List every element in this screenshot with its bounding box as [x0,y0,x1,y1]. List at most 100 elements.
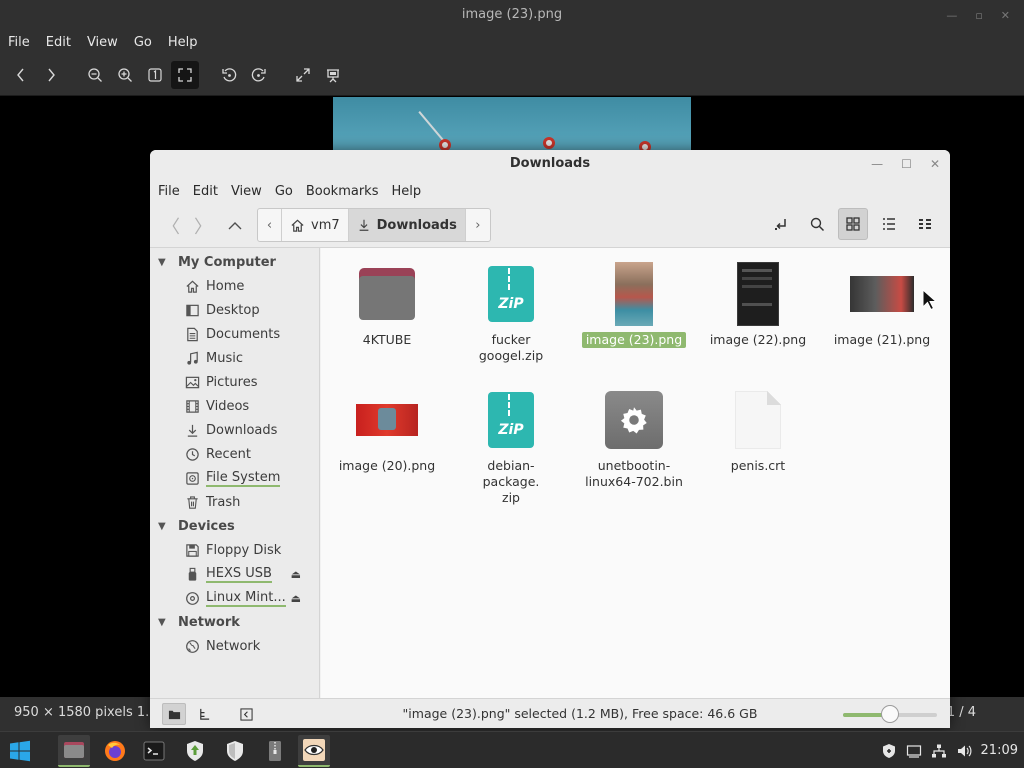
viewer-menu-file[interactable]: File [8,35,30,50]
menu-view[interactable]: View [231,184,262,199]
sidebar-item-label: Network [206,638,261,654]
minimize-icon[interactable]: — [871,157,883,171]
security-shield-icon[interactable] [881,743,897,759]
back-button[interactable]: 〈 [158,213,184,239]
sidebar-item-network[interactable]: Network [150,634,319,658]
sidebar-section-network[interactable]: ▼ Network [150,610,319,634]
trash-icon [184,494,200,510]
sidebar-item-music[interactable]: Music [150,346,319,370]
sidebar-item-floppy[interactable]: Floppy Disk [150,538,319,562]
zoom-slider-handle[interactable] [881,705,899,723]
taskbar-terminal[interactable] [138,735,170,767]
volume-icon[interactable] [956,743,972,759]
file-item-selected[interactable]: image (23).png [580,262,688,348]
viewer-zoom-in-button[interactable] [111,61,139,89]
sidebar-item-trash[interactable]: Trash [150,490,319,514]
file-item[interactable]: image (22).png [704,262,812,348]
start-menu-button[interactable] [2,735,38,767]
toggle-location-button[interactable] [766,208,796,240]
icon-view-button[interactable] [838,208,868,240]
music-icon [184,350,200,366]
sidebar-item-videos[interactable]: Videos [150,394,319,418]
file-item[interactable]: penis.crt [704,388,812,474]
menu-go[interactable]: Go [275,184,293,199]
menu-help[interactable]: Help [391,184,421,199]
sidebar-item-hexs-usb[interactable]: HEXS USB ⏏ [150,562,319,586]
viewer-maximize-icon[interactable]: ▫ [975,9,982,22]
viewer-image-info: 950 × 1580 pixels 1.2 [14,705,158,720]
viewer-best-fit-button[interactable] [171,61,199,89]
breadcrumb-home[interactable]: vm7 [282,209,349,241]
menu-edit[interactable]: Edit [193,184,218,199]
sidebar-item-downloads[interactable]: Downloads [150,418,319,442]
compact-view-button[interactable] [910,208,940,240]
viewer-menu-view[interactable]: View [87,35,118,50]
sidebar-item-linux-mint[interactable]: Linux Mint... ⏏ [150,586,319,610]
network-icon[interactable] [931,743,947,759]
viewer-zoom-normal-button[interactable] [141,61,169,89]
sidebar-item-recent[interactable]: Recent [150,442,319,466]
desktop-icon [184,302,200,318]
viewer-rotate-right-button[interactable] [245,61,273,89]
taskbar-file-manager[interactable] [58,735,90,767]
menu-bookmarks[interactable]: Bookmarks [306,184,379,199]
taskbar-update-manager[interactable] [179,735,211,767]
taskbar-archive-manager[interactable] [259,735,291,767]
sidebar-item-file-system[interactable]: File System [150,466,319,490]
sidebar-section-devices[interactable]: ▼ Devices [150,514,319,538]
file-item[interactable]: image (21).png [828,262,936,348]
clock[interactable]: 21:09 [981,743,1018,758]
toolbar-right-group [766,208,940,240]
file-item[interactable]: image (20).png [333,388,441,474]
forward-button[interactable]: 〉 [190,213,216,239]
list-view-button[interactable] [874,208,904,240]
viewer-menu-help[interactable]: Help [168,35,198,50]
file-name: unetbootin- linux64-702.bin [585,458,683,489]
location-entry-icon [775,219,786,230]
arrow-left-icon: 〈 [162,217,180,238]
eject-icon[interactable]: ⏏ [291,592,301,605]
keyboard-display-icon[interactable] [906,743,922,759]
sidebar-item-documents[interactable]: Documents [150,322,319,346]
sidebar-item-desktop[interactable]: Desktop [150,298,319,322]
file-item[interactable]: ZiP fucker googel.zip [457,262,565,364]
zip-archive-icon: ZiP [479,388,543,452]
viewer-next-button[interactable] [37,61,65,89]
viewer-menu-edit[interactable]: Edit [46,35,71,50]
viewer-zoom-out-button[interactable] [81,61,109,89]
file-item[interactable]: ZiP debian-package. zip [457,388,565,506]
breadcrumb-scroll-left[interactable]: ‹ [258,209,282,241]
menu-file[interactable]: File [158,184,180,199]
breadcrumb-current[interactable]: Downloads [348,209,466,241]
file-item[interactable]: unetbootin- linux64-702.bin [580,388,688,490]
viewer-rotate-left-button[interactable] [215,61,243,89]
sidebar-section-my-computer[interactable]: ▼ My Computer [150,250,319,274]
viewer-previous-button[interactable] [7,61,35,89]
search-button[interactable] [802,208,832,240]
viewer-menu-go[interactable]: Go [134,35,152,50]
eject-icon[interactable]: ⏏ [291,568,301,581]
file-item[interactable]: 4KTUBE [333,262,441,348]
up-button[interactable] [222,213,248,239]
taskbar-image-viewer[interactable] [298,735,330,767]
viewer-minimize-icon[interactable]: — [946,9,957,22]
close-icon[interactable]: ✕ [930,157,940,171]
sidebar-item-label: Linux Mint... [206,589,286,607]
viewer-close-icon[interactable]: ✕ [1001,9,1010,22]
sidebar-item-pictures[interactable]: Pictures [150,370,319,394]
document-icon [184,326,200,342]
file-name: image (20).png [338,458,436,473]
maximize-icon[interactable]: ☐ [901,157,912,171]
status-text: "image (23).png" selected (1.2 MB), Free… [402,706,758,721]
file-view[interactable]: 4KTUBE ZiP fucker googel.zip image (23).… [321,248,950,698]
sidebar-item-label: Music [206,350,243,366]
sidebar-item-home[interactable]: Home [150,274,319,298]
sidebar-item-label: Home [206,278,245,294]
taskbar-firefox[interactable] [99,735,131,767]
viewer-fullscreen-button[interactable] [289,61,317,89]
viewer-slideshow-button[interactable] [319,61,347,89]
sidebar-item-label: Documents [206,326,281,342]
breadcrumb-scroll-right[interactable]: › [466,209,490,241]
taskbar-security[interactable] [219,735,251,767]
taskbar: 21:09 [0,731,1024,768]
